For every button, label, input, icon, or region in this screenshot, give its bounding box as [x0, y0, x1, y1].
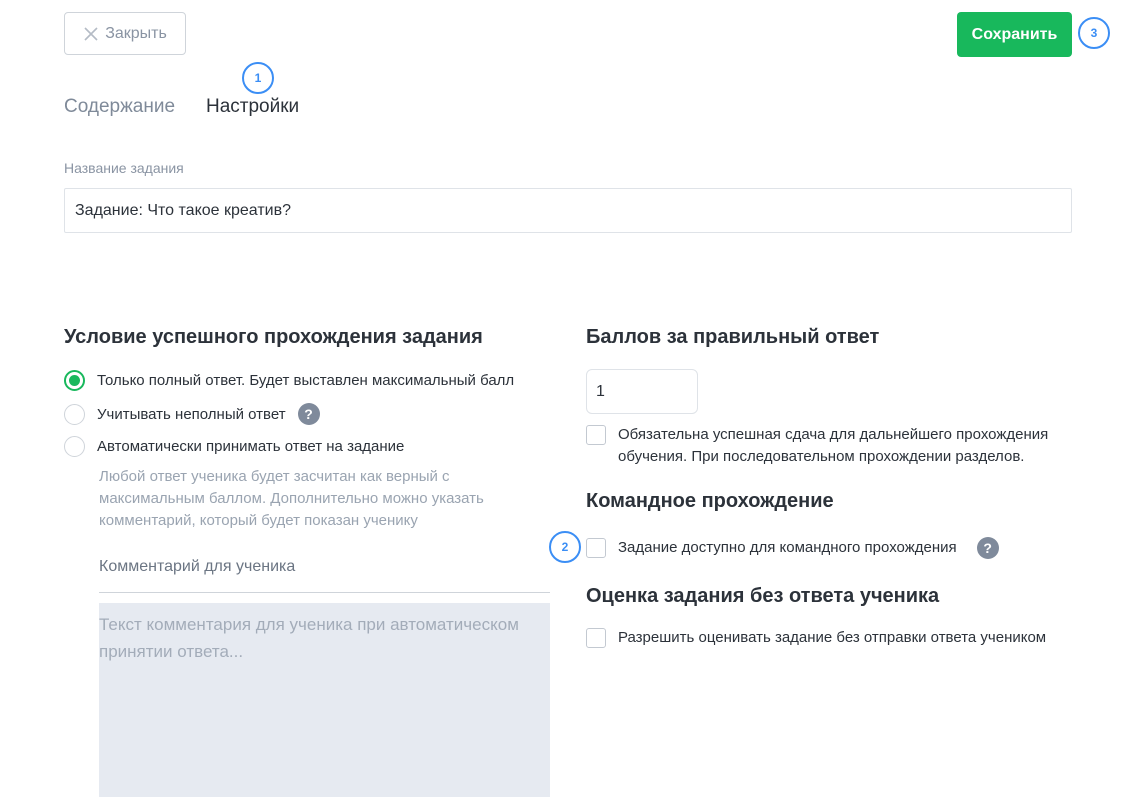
team-option[interactable]: Задание доступно для командного прохожде… [586, 537, 999, 559]
option-full-answer[interactable]: Только полный ответ. Будет выставлен мак… [64, 370, 514, 391]
option-auto-accept[interactable]: Автоматически принимать ответ на задание [64, 436, 404, 457]
close-button-label: Закрыть [105, 24, 167, 42]
option-full-answer-label: Только полный ответ. Будет выставлен мак… [97, 372, 515, 389]
pass-condition-title: Условие успешного прохождения задания [64, 326, 483, 348]
comment-label: Комментарий для ученика [99, 558, 296, 575]
radio-partial-answer[interactable] [64, 403, 85, 425]
step-marker-1: 1 [242, 62, 274, 94]
points-input[interactable]: 1 [586, 369, 698, 414]
required-pass-option[interactable]: Обязательна успешная сдача для дальнейше… [586, 424, 1066, 468]
option-partial-answer-label: Учитывать неполный ответ [97, 405, 286, 423]
save-button[interactable]: Сохранить [957, 12, 1072, 57]
required-pass-label: Обязательна успешная сдача для дальнейше… [618, 426, 1049, 465]
required-pass-checkbox[interactable] [586, 425, 606, 445]
task-name-value: Задание: Что такое креатив? [75, 201, 291, 219]
help-icon[interactable]: ? [297, 403, 320, 425]
task-name-label: Название задания [64, 160, 184, 176]
comment-divider [99, 592, 550, 593]
comment-placeholder: Текст комментария для ученика при автома… [99, 615, 519, 661]
tab-settings[interactable]: Настройки [206, 96, 299, 118]
team-checkbox[interactable] [586, 538, 606, 558]
team-checkbox-label: Задание доступно для командного прохожде… [618, 539, 957, 556]
tab-content[interactable]: Содержание [64, 96, 175, 118]
option-auto-accept-label: Автоматически принимать ответ на задание [97, 438, 405, 455]
auto-accept-hint: Любой ответ ученика будет засчитан как в… [99, 468, 484, 529]
team-title: Командное прохождение [586, 490, 834, 512]
points-title: Баллов за правильный ответ [586, 326, 880, 348]
team-help-icon[interactable]: ? [976, 537, 999, 559]
close-button[interactable]: Закрыть [64, 12, 186, 55]
radio-auto-accept[interactable] [64, 436, 85, 457]
option-partial-answer[interactable]: Учитывать неполный ответ ? [64, 403, 320, 425]
task-name-input[interactable]: Задание: Что такое креатив? [64, 188, 1072, 233]
radio-full-answer[interactable] [64, 370, 85, 391]
step-marker-2: 2 [549, 531, 581, 563]
points-value: 1 [596, 382, 605, 400]
step-marker-3: 3 [1078, 17, 1110, 49]
close-icon [84, 26, 98, 41]
grading-option[interactable]: Разрешить оценивать задание без отправки… [586, 627, 1046, 649]
grading-title: Оценка задания без ответа ученика [586, 585, 940, 607]
grading-checkbox[interactable] [586, 628, 606, 648]
grading-checkbox-label: Разрешить оценивать задание без отправки… [618, 629, 1047, 646]
comment-textarea[interactable]: Текст комментария для ученика при автома… [99, 603, 550, 797]
